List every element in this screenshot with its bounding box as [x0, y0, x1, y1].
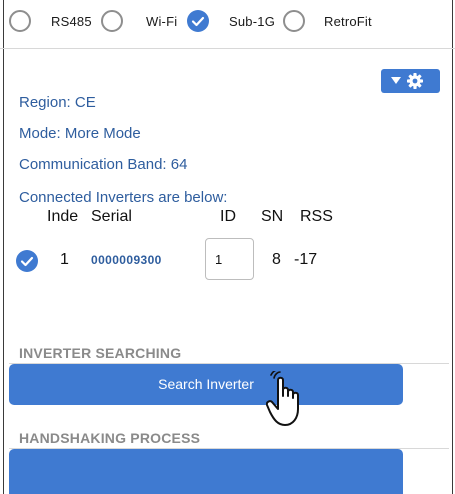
column-header-sn: SN [261, 208, 284, 225]
gear-icon [407, 73, 423, 89]
radio-rs485[interactable] [9, 10, 31, 32]
checkmark-icon [20, 256, 34, 267]
column-header-index: Inde [47, 208, 79, 225]
column-header-id: ID [220, 208, 236, 225]
tap-hand-icon [266, 371, 299, 426]
inverter-searching-title: INVERTER SEARCHING [19, 345, 182, 361]
column-header-rss: RSS [300, 208, 333, 225]
band-label: Communication Band: [19, 156, 167, 173]
radio-sub1g-label[interactable]: Sub-1G [229, 14, 275, 29]
radio-wifi[interactable] [101, 10, 123, 32]
band-info: Communication Band: 64 [19, 156, 187, 173]
handshaking-button[interactable] [9, 449, 403, 494]
search-inverter-button[interactable]: Search Inverter [9, 364, 403, 405]
row-serial: 0000009300 [91, 253, 162, 267]
settings-dropdown-button[interactable] [381, 69, 440, 93]
mode-label: Mode: [19, 125, 61, 142]
row-sn: 8 [272, 251, 281, 268]
radio-rs485-label[interactable]: RS485 [51, 14, 92, 29]
row-index: 1 [60, 251, 69, 268]
mode-info: Mode: More Mode [19, 125, 141, 142]
mode-value: More Mode [64, 125, 141, 142]
band-value: 64 [170, 156, 188, 173]
checkmark-icon [191, 16, 205, 27]
handshaking-process-title: HANDSHAKING PROCESS [19, 430, 201, 446]
radio-retrofit-label[interactable]: RetroFit [324, 14, 372, 29]
region-info: Region: CE [19, 94, 96, 111]
row-rss: -17 [294, 251, 318, 268]
connected-inverters-heading: Connected Inverters are below: [19, 189, 228, 206]
protocol-selector: RS485 Wi-Fi Sub-1G RetroFit [0, 0, 455, 49]
region-label: Region: [19, 94, 71, 111]
inverter-id-input[interactable] [205, 238, 254, 280]
radio-retrofit[interactable] [283, 10, 305, 32]
column-header-serial: Serial [91, 208, 132, 225]
region-value: CE [74, 94, 96, 111]
chevron-down-icon [391, 77, 401, 84]
row-select-checkbox[interactable] [16, 250, 38, 272]
radio-sub1g[interactable] [187, 10, 209, 32]
radio-wifi-label[interactable]: Wi-Fi [146, 14, 177, 29]
